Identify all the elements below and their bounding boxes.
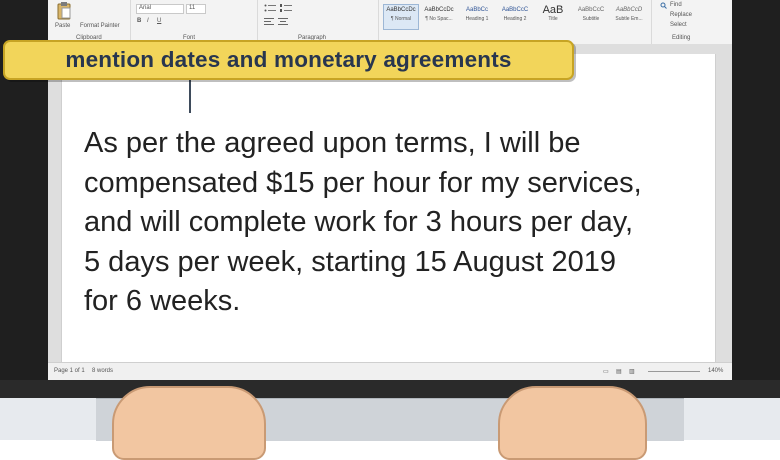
- style-normal-sample: AaBbCcDc: [386, 7, 416, 13]
- zoom-slider[interactable]: [648, 371, 700, 372]
- align-center-icon[interactable]: [278, 18, 288, 27]
- document-line: compensated $15 per hour for my services…: [84, 166, 642, 199]
- format-painter-button[interactable]: Format Painter: [80, 23, 128, 31]
- view-read-icon[interactable]: ▭: [603, 368, 609, 375]
- font-group: Arial 11 B I U Font: [131, 0, 258, 44]
- editing-group-label: Editing: [672, 35, 691, 41]
- left-hand: [112, 386, 266, 460]
- editing-group: Find Replace Select Editing: [652, 0, 732, 44]
- document-line: 5 days per week, starting 15 August 2019: [84, 245, 617, 278]
- font-size-value: 11: [189, 5, 196, 11]
- underline-button[interactable]: U: [157, 18, 161, 24]
- right-hand: [498, 386, 647, 460]
- clipboard-group: Paste Format Painter Clipboard: [48, 0, 131, 44]
- style-heading-1-sample: AaBbCc: [465, 7, 488, 13]
- font-name-select[interactable]: Arial: [136, 4, 184, 14]
- find-label: Find: [670, 2, 682, 8]
- style-normal-name: ¶ Normal: [390, 16, 412, 22]
- paste-button[interactable]: Paste: [54, 2, 74, 32]
- document-body[interactable]: As per the agreed upon terms, I will be …: [84, 124, 704, 322]
- style-subtle-emphasis-sample: AaBbCcD: [615, 7, 643, 13]
- view-print-icon[interactable]: ▤: [616, 368, 622, 375]
- find-icon: [660, 2, 667, 9]
- numbering-icon[interactable]: [280, 4, 292, 13]
- style-heading-1-name: Heading 1: [465, 16, 489, 22]
- replace-label: Replace: [670, 12, 693, 18]
- style-title-sample: AaB: [542, 4, 564, 16]
- style-subtitle[interactable]: AaBbCcC Subtitle: [573, 4, 609, 30]
- style-normal[interactable]: AaBbCcDc ¶ Normal: [383, 4, 419, 30]
- style-no-spacing-name: ¶ No Spac...: [425, 16, 453, 22]
- style-heading-2-name: Heading 2: [503, 16, 527, 22]
- paste-label: Paste: [55, 23, 71, 29]
- document-line: As per the agreed upon terms, I will be: [84, 127, 581, 159]
- callout-label: mention dates and monetary agreements: [3, 40, 574, 80]
- style-heading-2-sample: AaBbCcC: [501, 7, 529, 13]
- style-title[interactable]: AaB Title: [535, 4, 571, 30]
- format-painter-label: Format Painter: [80, 23, 120, 29]
- ribbon: Paste Format Painter Clipboard Arial 11 …: [48, 0, 732, 45]
- style-heading-1[interactable]: AaBbCc Heading 1: [459, 4, 495, 30]
- style-no-spacing-sample: AaBbCcDc: [424, 7, 454, 13]
- bullets-icon[interactable]: [264, 4, 276, 13]
- select-label: Select: [670, 22, 687, 28]
- style-subtitle-sample: AaBbCcC: [577, 7, 605, 13]
- paragraph-group: Paragraph: [258, 0, 379, 44]
- styles-gallery: AaBbCcDc ¶ Normal AaBbCcDc ¶ No Spac... …: [379, 0, 652, 44]
- document-line: for 6 weeks.: [84, 285, 241, 317]
- status-bar: Page 1 of 1 8 words ▭ ▤ ▥ 140%: [48, 362, 732, 380]
- font-name-value: Arial: [139, 5, 152, 11]
- view-web-icon[interactable]: ▥: [629, 368, 635, 375]
- document-page[interactable]: As per the agreed upon terms, I will be …: [61, 54, 716, 362]
- zoom-level: 140%: [708, 368, 724, 374]
- style-no-spacing[interactable]: AaBbCcDc ¶ No Spac...: [421, 4, 457, 30]
- italic-button[interactable]: I: [147, 18, 149, 24]
- find-button[interactable]: Find: [660, 2, 710, 10]
- document-line: and will complete work for 3 hours per d…: [84, 206, 634, 238]
- laptop-bezel-right: [732, 0, 780, 395]
- style-subtitle-name: Subtitle: [582, 16, 600, 22]
- callout-pointer: [189, 80, 191, 113]
- style-subtle-emphasis-name: Subtle Em...: [615, 16, 643, 22]
- select-button[interactable]: Select: [660, 22, 710, 30]
- align-left-icon[interactable]: [264, 18, 274, 27]
- style-subtle-emphasis[interactable]: AaBbCcD Subtle Em...: [611, 4, 647, 30]
- laptop-bezel-bottom: [0, 380, 780, 398]
- style-title-name: Title: [548, 16, 558, 22]
- font-size-select[interactable]: 11: [186, 4, 206, 14]
- style-heading-2[interactable]: AaBbCcC Heading 2: [497, 4, 533, 30]
- paste-icon: [57, 2, 71, 20]
- word-count: 8 words: [92, 368, 114, 374]
- replace-button[interactable]: Replace: [660, 12, 710, 20]
- bold-button[interactable]: B: [137, 18, 141, 24]
- page-count: Page 1 of 1: [54, 368, 85, 374]
- document-area: As per the agreed upon terms, I will be …: [48, 44, 732, 362]
